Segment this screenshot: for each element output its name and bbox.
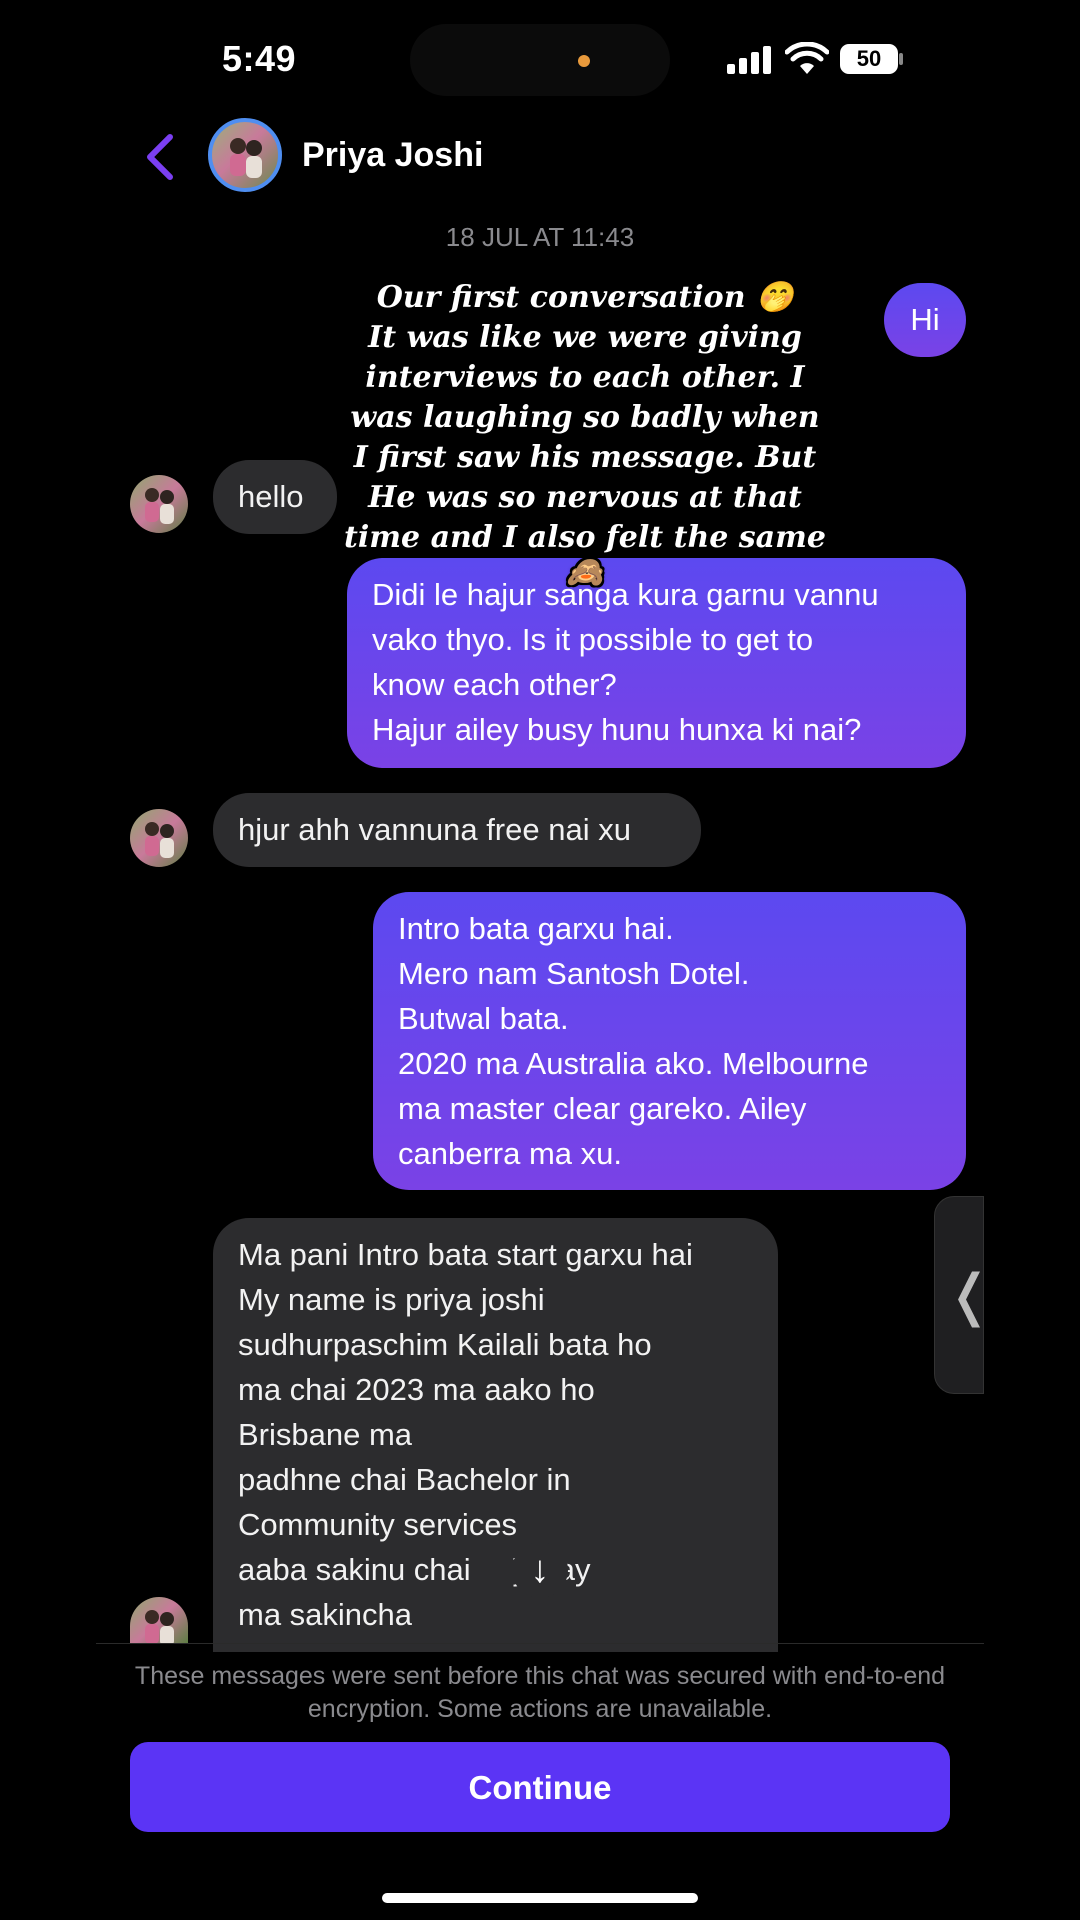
dynamic-island [410,24,670,96]
date-separator: 18 JUL AT 11:43 [445,222,635,252]
outgoing-message[interactable]: Hi [884,283,966,357]
encryption-notice: These messages were sent before this cha… [134,1662,946,1723]
message-line: padhne chai Bachelor in [238,1462,571,1497]
sender-avatar [130,809,188,867]
arrow-down-icon: ↓ [530,1549,550,1591]
continue-button[interactable]: Continue [130,1742,950,1832]
battery-cap [899,53,903,65]
contact-avatar[interactable] [208,118,282,192]
home-indicator[interactable] [382,1893,698,1903]
caption-line: Our first conversation 🤭 [376,280,794,315]
message-line: Community services [238,1507,518,1542]
sender-avatar [130,475,188,533]
battery-icon: 50 [840,44,898,74]
message-line: 2020 ma Australia ako. Melbourne [398,1046,869,1081]
footer-divider [96,1643,984,1644]
sender-avatar [130,1597,188,1643]
wifi-icon [785,42,829,74]
message-text: hjur ahh vannuna free nai xu [238,812,631,847]
back-chevron-icon[interactable] [140,132,180,182]
incoming-message[interactable]: Ma pani Intro bata start garxu hai My na… [213,1218,778,1652]
message-line: know each other? [372,667,617,702]
message-line: Hajur ailey busy hunu hunxa ki nai? [372,712,862,747]
message-text: Hi [910,302,940,337]
caption-line: was laughing so badly when [350,400,820,435]
message-line-start: aaba sakinu chai [238,1552,471,1587]
chevron-left-icon: ❬ [946,1263,993,1326]
overlay-caption: Our first conversation 🤭 It was like we … [340,278,830,588]
status-time: 5:49 [222,38,297,79]
incoming-message[interactable]: hjur ahh vannuna free nai xu [213,793,701,867]
message-line: Intro bata garxu hai. [398,911,674,946]
message-line: sudhurpaschim Kailali bata ho [238,1327,652,1362]
message-line: vako thyo. Is it possible to get to [372,622,814,657]
message-text: hello [238,479,304,514]
message-line: Ma pani Intro bata start garxu hai [238,1237,693,1272]
caption-line: I first saw his message. But [353,440,817,475]
message-line: ma sakincha [238,1597,413,1632]
message-line: canberra ma xu. [398,1136,622,1171]
message-line: Mero nam Santosh Dotel. [398,956,750,991]
incoming-message[interactable]: hello [213,460,337,534]
cellular-signal-icon [727,44,773,74]
message-line: ma master clear gareko. Ailey [398,1091,807,1126]
caption-line: He was so nervous at that [368,480,802,515]
caption-line: time and I also felt the same [344,520,826,555]
outgoing-message[interactable]: Didi le hajur sanga kura garnu vannu vak… [347,558,966,768]
contact-name[interactable]: Priya Joshi [302,136,483,175]
outgoing-message[interactable]: Intro bata garxu hai. Mero nam Santosh D… [373,892,966,1190]
message-line: My name is priya joshi [238,1282,545,1317]
message-line: Brisbane ma [238,1417,413,1452]
caption-emoji: 🙈 [566,555,604,590]
scroll-to-bottom-button[interactable]: ↓ [512,1542,568,1598]
caption-line: It was like we were giving [368,320,802,355]
caption-line: interviews to each other. I [365,360,805,395]
privacy-indicator-icon [578,55,590,67]
message-line: ma chai 2023 ma aako ho [238,1372,595,1407]
message-line: aaba sakinu chai} may [238,1547,778,1592]
message-line: Butwal bata. [398,1001,569,1036]
